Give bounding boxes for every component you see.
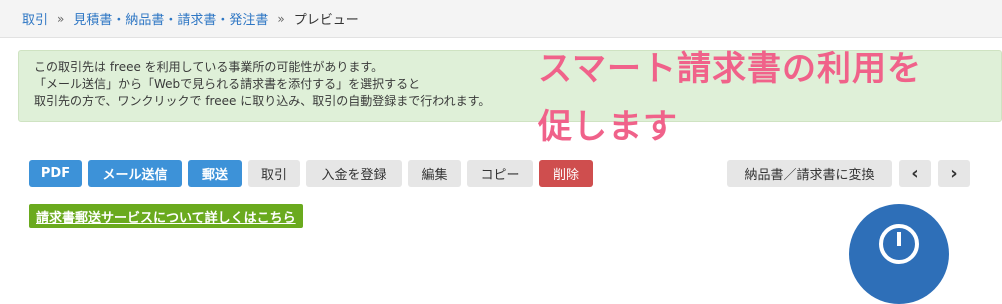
- edit-button[interactable]: 編集: [408, 160, 461, 187]
- breadcrumb-separator: »: [277, 11, 285, 26]
- chevron-left-icon: ‹: [911, 163, 919, 184]
- mail-service-info-link[interactable]: 請求書郵送サービスについて詳しくはこちら: [29, 204, 303, 228]
- transaction-button[interactable]: 取引: [248, 160, 300, 187]
- next-button[interactable]: ›: [938, 160, 970, 187]
- send-email-button[interactable]: メール送信: [88, 160, 182, 187]
- mail-button[interactable]: 郵送: [188, 160, 242, 187]
- breadcrumb-separator: »: [57, 11, 65, 26]
- convert-document-button[interactable]: 納品書／請求書に変換: [727, 160, 892, 187]
- breadcrumb-current: プレビュー: [293, 13, 359, 28]
- copy-button[interactable]: コピー: [467, 160, 533, 187]
- annotation-line: 促します: [538, 107, 678, 147]
- chevron-right-icon: ›: [950, 163, 958, 184]
- clock-button[interactable]: [849, 204, 949, 304]
- prev-button[interactable]: ‹: [899, 160, 931, 187]
- annotation-line: スマート請求書の利用を: [538, 49, 922, 89]
- breadcrumb-item-documents[interactable]: 見積書・納品書・請求書・発注書: [73, 9, 268, 28]
- register-payment-button[interactable]: 入金を登録: [306, 160, 402, 187]
- annotation-overlay: スマート請求書の利用を 促します: [538, 40, 922, 156]
- breadcrumb-item-transactions[interactable]: 取引: [22, 9, 48, 28]
- delete-button[interactable]: 削除: [539, 160, 593, 187]
- breadcrumb: 取引 » 見積書・納品書・請求書・発注書 » プレビュー: [0, 0, 1002, 38]
- clock-hand: [897, 232, 901, 246]
- pdf-button[interactable]: PDF: [29, 160, 82, 187]
